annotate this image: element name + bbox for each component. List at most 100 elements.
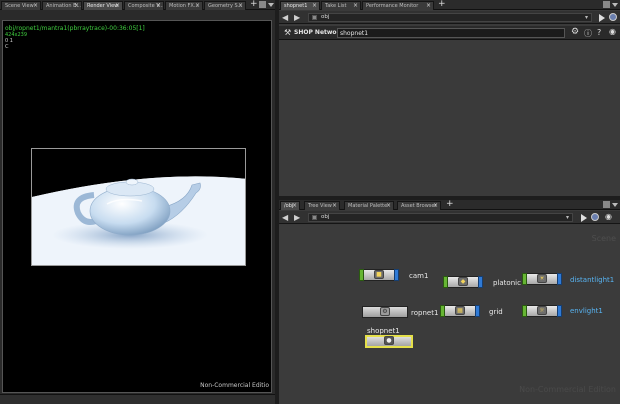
- close-icon[interactable]: ×: [33, 2, 38, 10]
- shop-network-canvas[interactable]: [279, 41, 620, 196]
- render-info-line-4: C: [5, 44, 9, 50]
- help-icon[interactable]: [609, 13, 617, 21]
- close-icon[interactable]: ×: [115, 2, 120, 10]
- close-icon[interactable]: ×: [332, 202, 337, 210]
- env-light-icon: ☼: [537, 306, 547, 315]
- node-label-grid: grid: [489, 308, 503, 316]
- node-input-flag[interactable]: [359, 269, 364, 281]
- node-output-flag[interactable]: [475, 305, 480, 317]
- add-tab-icon[interactable]: +: [438, 0, 446, 9]
- tab-render-view[interactable]: Render View ×: [83, 1, 123, 10]
- node-input-flag[interactable]: [522, 273, 527, 285]
- tab-take-list[interactable]: Take List ×: [321, 1, 361, 10]
- add-tab-icon[interactable]: +: [446, 200, 454, 209]
- chevron-down-icon[interactable]: ▾: [585, 14, 588, 21]
- node-envlight1[interactable]: ☼: [522, 305, 562, 317]
- tab-composite-view[interactable]: Composite V... ×: [124, 1, 164, 10]
- node-output-flag[interactable]: [478, 276, 483, 288]
- path-field[interactable]: obj ▾: [308, 13, 592, 22]
- close-icon[interactable]: ×: [312, 2, 317, 10]
- close-icon[interactable]: ×: [433, 202, 438, 210]
- close-icon[interactable]: ×: [292, 202, 297, 210]
- tab-performance-monitor[interactable]: Performance Monitor ×: [362, 1, 434, 10]
- close-icon[interactable]: ×: [353, 2, 358, 10]
- tab-label: Material Palette: [348, 203, 388, 209]
- pane-options-icon[interactable]: [268, 3, 274, 7]
- path-text: obj: [321, 214, 330, 220]
- node-output-flag[interactable]: [394, 269, 399, 281]
- gear-icon[interactable]: ⚙: [571, 27, 579, 37]
- distant-light-icon: ☀: [537, 274, 547, 283]
- back-icon[interactable]: ◀: [282, 13, 288, 22]
- tab-animation-editor[interactable]: Animation E... ×: [42, 1, 82, 10]
- tab-label: shopnet1: [284, 3, 308, 9]
- pane-menu-icon[interactable]: [603, 201, 610, 208]
- back-icon[interactable]: ◀: [282, 213, 288, 222]
- camera-icon: ■: [374, 270, 384, 279]
- watermark-text: Non-Commercial Edition: [519, 385, 616, 394]
- tab-obj[interactable]: /obj ×: [280, 201, 300, 210]
- render-view-pane: Scene View × Animation E... × Render View ×…: [0, 0, 275, 404]
- node-grid[interactable]: ▦: [440, 305, 480, 317]
- close-icon[interactable]: ×: [386, 202, 391, 210]
- node-shopnet1[interactable]: ●: [365, 335, 413, 348]
- close-icon[interactable]: ×: [195, 2, 200, 10]
- node-label-shopnet1: shopnet1: [367, 327, 400, 335]
- close-icon[interactable]: ×: [74, 2, 79, 10]
- pane-menu-icon[interactable]: [603, 1, 610, 8]
- watermark-text: Non-Commercial Editio: [200, 382, 269, 389]
- more-icon[interactable]: ◉: [609, 27, 616, 36]
- pin-icon[interactable]: [581, 214, 587, 222]
- node-cam1[interactable]: ■: [359, 269, 399, 281]
- more-icon[interactable]: ◉: [605, 212, 612, 221]
- node-input-flag[interactable]: [443, 276, 448, 288]
- node-output-flag[interactable]: [557, 273, 562, 285]
- chevron-down-icon[interactable]: ▾: [566, 214, 569, 221]
- tab-asset-browser[interactable]: Asset Browser ×: [397, 201, 441, 210]
- tab-tree-view[interactable]: Tree View ×: [304, 201, 340, 210]
- network-name-field[interactable]: shopnet1: [337, 28, 565, 38]
- platonic-icon: ◆: [458, 277, 468, 286]
- close-icon[interactable]: ×: [426, 2, 431, 10]
- rendered-image: [31, 148, 246, 266]
- forward-icon[interactable]: ▶: [294, 213, 300, 222]
- bottom-right-tab-bar: /obj × Tree View × Material Palette × Asset…: [279, 200, 620, 210]
- pin-icon[interactable]: [599, 14, 605, 22]
- add-tab-icon[interactable]: +: [250, 0, 258, 9]
- tab-geometry-spreadsheet[interactable]: Geometry S... ×: [204, 1, 246, 10]
- pane-options-icon[interactable]: [612, 3, 618, 7]
- help-icon[interactable]: ?: [597, 28, 601, 37]
- context-label: Scene: [591, 234, 616, 243]
- info-icon[interactable]: ⓘ: [584, 28, 592, 39]
- node-distantlight1[interactable]: ☀: [522, 273, 562, 285]
- tab-shopnet1[interactable]: shopnet1 ×: [280, 1, 320, 10]
- node-label-ropnet1: ropnet1: [411, 309, 439, 317]
- node-label-platonic: platonic: [493, 279, 521, 287]
- obj-network-pane: /obj × Tree View × Material Palette × Asset…: [279, 200, 620, 404]
- pane-menu-icon[interactable]: [259, 1, 266, 8]
- tab-label: Take List: [325, 3, 347, 9]
- node-ropnet1[interactable]: ⚙: [362, 306, 408, 318]
- tab-scene-view[interactable]: Scene View ×: [1, 1, 41, 10]
- help-icon[interactable]: [591, 213, 599, 221]
- node-input-flag[interactable]: [522, 305, 527, 317]
- path-field[interactable]: obj ▾: [308, 213, 573, 222]
- rop-network-icon: ⚙: [380, 307, 390, 316]
- pane-options-icon[interactable]: [612, 203, 618, 207]
- node-output-flag[interactable]: [557, 305, 562, 317]
- tab-label: Scene View: [5, 3, 34, 9]
- forward-icon[interactable]: ▶: [294, 13, 300, 22]
- tab-label: Performance Monitor: [366, 3, 419, 9]
- teapot-render: [32, 149, 245, 265]
- render-viewport[interactable]: obj/ropnet1/mantra1(pbrraytrace)-00:36:0…: [2, 20, 272, 393]
- obj-network-canvas[interactable]: Scene Non-Commercial Edition ■ cam1 ◆ pl…: [279, 225, 620, 404]
- close-icon[interactable]: ×: [238, 2, 243, 10]
- node-platonic[interactable]: ◆: [443, 276, 483, 288]
- node-input-flag[interactable]: [440, 305, 445, 317]
- tab-motion-fx[interactable]: Motion FX... ×: [165, 1, 203, 10]
- close-icon[interactable]: ×: [156, 2, 161, 10]
- tab-label: Render View: [87, 3, 119, 9]
- viewport-bottom-bar: [0, 394, 275, 404]
- tab-material-palette[interactable]: Material Palette ×: [344, 201, 394, 210]
- obj-icon: [312, 15, 317, 20]
